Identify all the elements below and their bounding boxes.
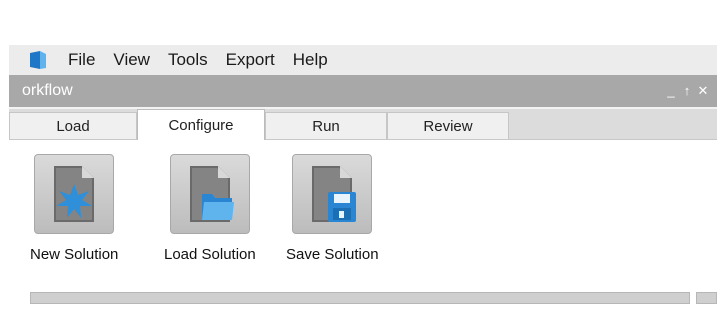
save-solution-label: Save Solution [286, 246, 379, 263]
new-solution-button[interactable]: New Solution [30, 154, 118, 263]
menu-export[interactable]: Export [217, 45, 284, 75]
pin-icon[interactable]: ↑ [679, 75, 695, 107]
new-solution-label: New Solution [30, 246, 119, 263]
load-solution-icon [169, 154, 250, 234]
panel-title: orkflow [22, 82, 73, 99]
tab-bar: Load Configure Run Review [9, 109, 717, 140]
load-solution-label: Load Solution [164, 246, 256, 263]
app-logo-icon [29, 50, 47, 70]
load-solution-button[interactable]: Load Solution [164, 154, 256, 263]
window-top-area [9, 9, 717, 45]
tab-configure[interactable]: Configure [137, 109, 265, 140]
menu-file[interactable]: File [59, 45, 104, 75]
save-solution-icon [292, 154, 373, 234]
close-icon[interactable]: ✕ [695, 75, 711, 107]
new-solution-icon [34, 154, 115, 234]
panel-title-bar: orkflow _ ↑ ✕ [9, 75, 717, 107]
tab-run[interactable]: Run [265, 112, 387, 139]
tab-load[interactable]: Load [9, 112, 137, 139]
menu-help[interactable]: Help [284, 45, 337, 75]
tab-review[interactable]: Review [387, 112, 509, 139]
save-solution-button[interactable]: Save Solution [286, 154, 379, 263]
minimize-icon[interactable]: _ [663, 75, 679, 107]
menu-bar: File View Tools Export Help [9, 45, 717, 75]
scrollbar-end[interactable] [696, 292, 717, 304]
menu-tools[interactable]: Tools [159, 45, 217, 75]
horizontal-scrollbar[interactable] [30, 292, 690, 304]
panel-controls: _ ↑ ✕ [663, 75, 711, 107]
application-window: File View Tools Export Help orkflow _ ↑ … [9, 9, 717, 318]
menu-view[interactable]: View [104, 45, 159, 75]
